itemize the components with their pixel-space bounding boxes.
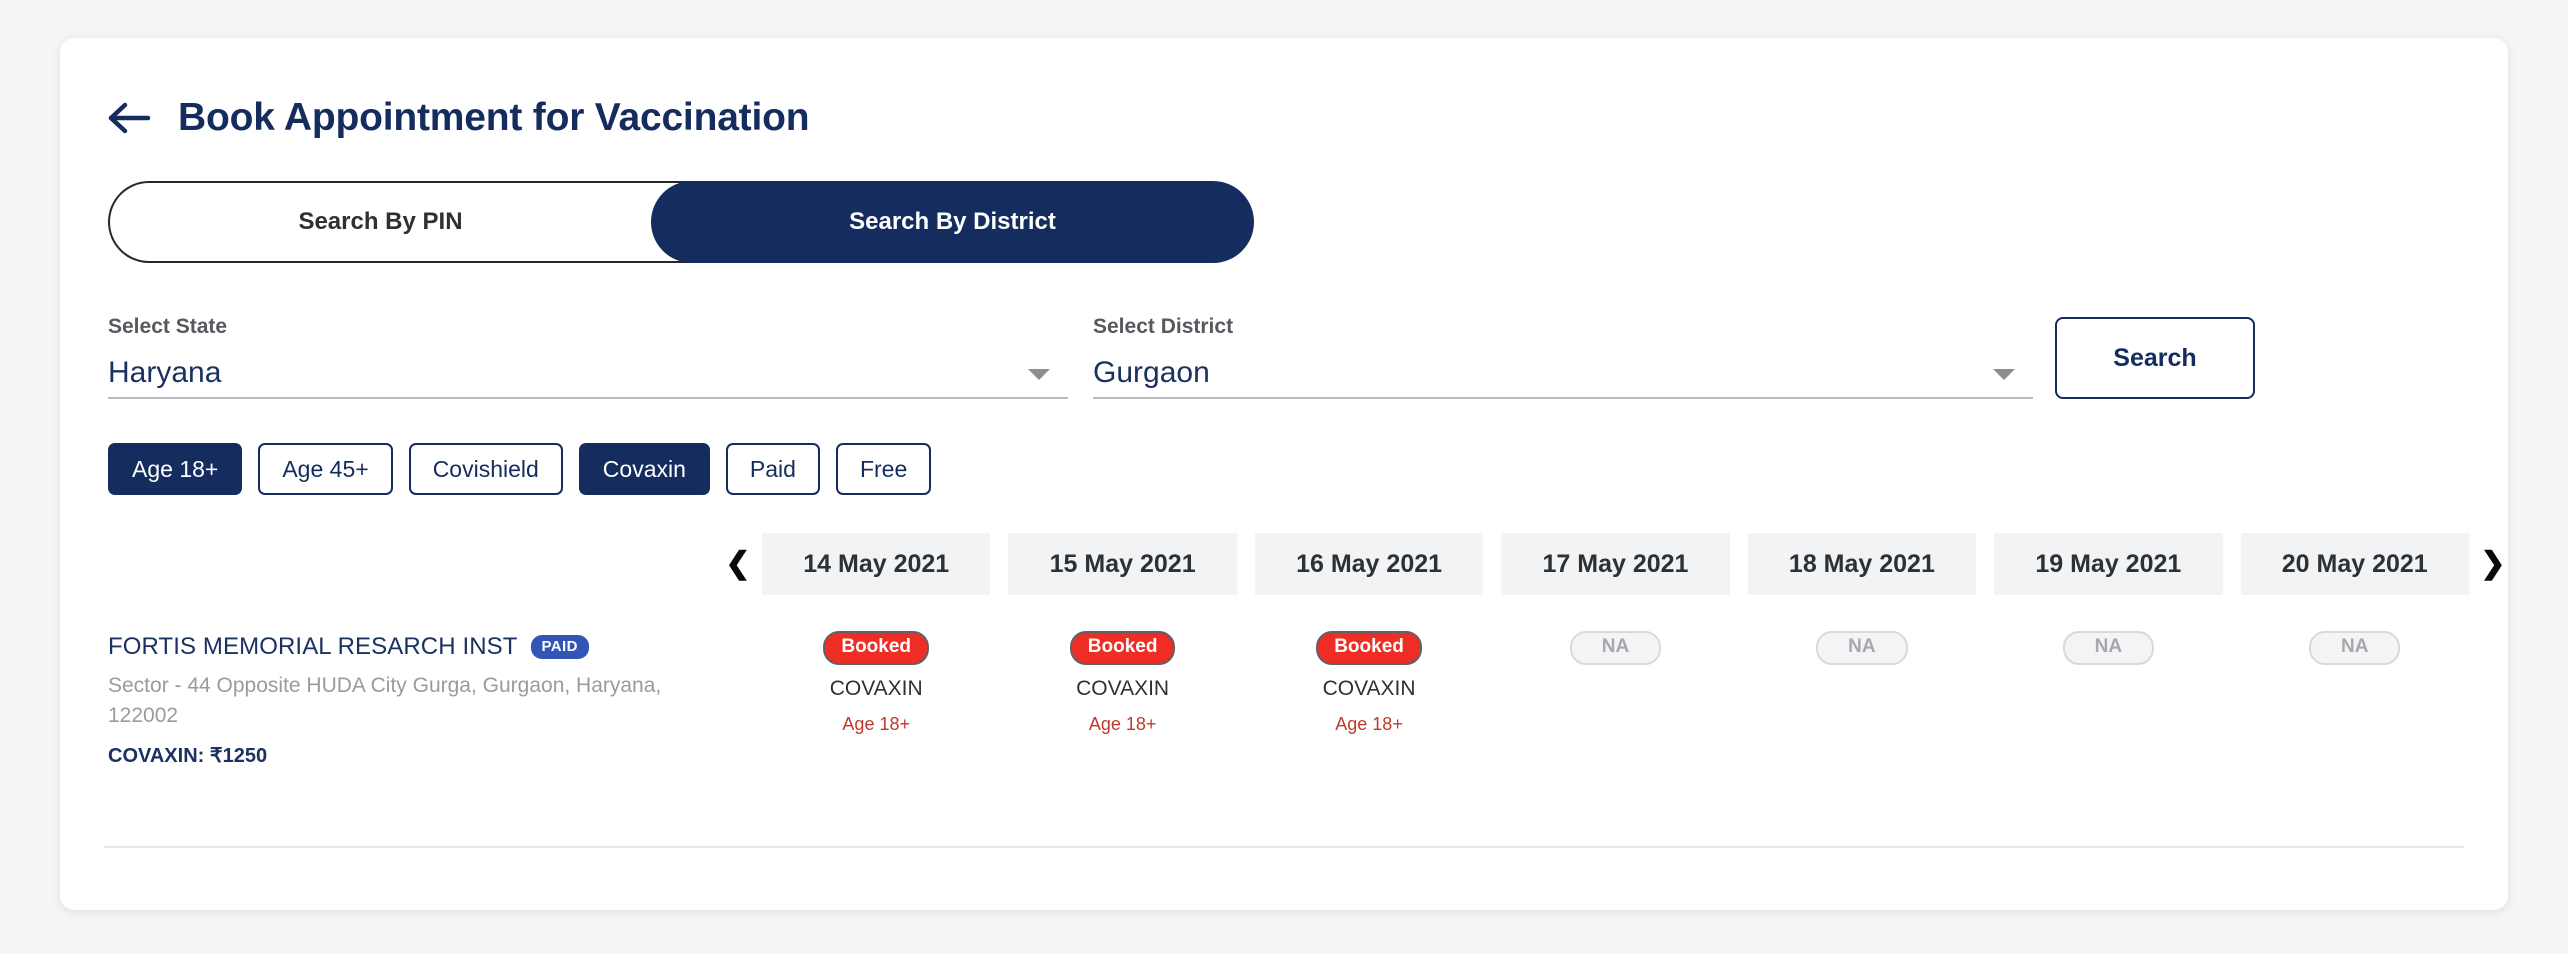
page-header: Book Appointment for Vaccination bbox=[60, 38, 2508, 137]
filter-chip-free[interactable]: Free bbox=[835, 443, 932, 495]
search-mode-toggle: Search By PIN Search By District bbox=[108, 181, 1254, 263]
slot-cell: NA bbox=[2232, 631, 2478, 665]
date-label[interactable]: 16 May 2021 bbox=[1254, 533, 1484, 595]
date-cell: 15 May 2021 bbox=[999, 533, 1245, 595]
district-field: Select District Gurgaon bbox=[1093, 315, 2033, 399]
filter-chip-paid[interactable]: Paid bbox=[725, 443, 820, 495]
slot-cell: NA bbox=[1492, 631, 1738, 665]
page-background: Book Appointment for Vaccination Search … bbox=[0, 0, 2568, 954]
date-cell: 17 May 2021 bbox=[1492, 533, 1738, 595]
date-label[interactable]: 20 May 2021 bbox=[2240, 533, 2469, 595]
center-price: COVAXIN: ₹1250 bbox=[108, 744, 268, 767]
filter-chip-age-18[interactable]: Age 18+ bbox=[108, 443, 243, 495]
slot-age-group: Age 18+ bbox=[1335, 713, 1403, 734]
slot-status-booked[interactable]: Booked bbox=[1069, 631, 1176, 665]
slot-cell-list: Booked COVAXIN Age 18+ Booked COVAXIN Age 18+… bbox=[753, 595, 2478, 735]
slot-vaccine-name: COVAXIN bbox=[829, 676, 923, 700]
state-field: Select State Haryana bbox=[108, 315, 1068, 399]
center-info: FORTIS MEMORIAL RESARCH INST PAID Sector… bbox=[108, 595, 723, 768]
slot-status-na: NA bbox=[2309, 631, 2401, 665]
back-arrow-icon[interactable] bbox=[108, 101, 152, 135]
date-cell: 20 May 2021 bbox=[2232, 533, 2478, 595]
filter-chip-group: Age 18+ Age 45+ Covishield Covaxin Paid Free bbox=[108, 443, 2508, 495]
slots-section: ❮ 14 May 2021 15 May 2021 16 May 2021 17 Ma… bbox=[60, 533, 2508, 768]
filter-controls: Select State Haryana Select District Gur… bbox=[108, 315, 2508, 399]
filter-chip-covishield[interactable]: Covishield bbox=[408, 443, 563, 495]
slot-status-na: NA bbox=[1816, 631, 1908, 665]
slot-cell: Booked COVAXIN Age 18+ bbox=[753, 631, 999, 735]
center-row: FORTIS MEMORIAL RESARCH INST PAID Sector… bbox=[108, 595, 2508, 768]
dates-header: ❮ 14 May 2021 15 May 2021 16 May 2021 17 Ma… bbox=[723, 533, 2508, 595]
district-select[interactable]: Gurgaon bbox=[1093, 349, 2033, 399]
status-badge: PAID bbox=[530, 635, 589, 659]
state-label: Select State bbox=[108, 315, 228, 338]
filter-chip-covaxin[interactable]: Covaxin bbox=[578, 443, 710, 495]
date-label[interactable]: 14 May 2021 bbox=[762, 533, 991, 595]
search-button[interactable]: Search bbox=[2055, 317, 2255, 399]
date-cell: 18 May 2021 bbox=[1739, 533, 1985, 595]
state-select[interactable]: Haryana bbox=[108, 349, 1068, 399]
slot-status-na: NA bbox=[2062, 631, 2155, 665]
slot-cell: NA bbox=[1739, 631, 1985, 665]
date-cell: 14 May 2021 bbox=[753, 533, 999, 595]
filter-chip-age-45[interactable]: Age 45+ bbox=[258, 443, 393, 495]
center-col: FORTIS MEMORIAL RESARCH INST PAID Sector… bbox=[108, 595, 723, 768]
state-value: Haryana bbox=[108, 356, 222, 389]
section-divider bbox=[104, 846, 2464, 848]
slot-age-group: Age 18+ bbox=[1088, 713, 1157, 734]
slot-age-group: Age 18+ bbox=[842, 713, 910, 734]
slot-status-booked[interactable]: Booked bbox=[1316, 631, 1422, 665]
date-cell: 19 May 2021 bbox=[1985, 533, 2231, 595]
slot-vaccine-name: COVAXIN bbox=[1322, 676, 1416, 700]
slot-vaccine-name: COVAXIN bbox=[1076, 676, 1170, 700]
date-cell: 16 May 2021 bbox=[1246, 533, 1492, 595]
slot-cells-col: Booked COVAXIN Age 18+ Booked COVAXIN Age 18+… bbox=[723, 595, 2508, 735]
appointment-card: Book Appointment for Vaccination Search … bbox=[60, 38, 2508, 910]
chevron-right-icon[interactable]: ❯ bbox=[2478, 533, 2508, 595]
slot-cell: NA bbox=[1985, 631, 2231, 665]
slot-status-na: NA bbox=[1569, 631, 1662, 665]
district-value: Gurgaon bbox=[1093, 356, 1210, 389]
date-label[interactable]: 15 May 2021 bbox=[1008, 533, 1237, 595]
slot-status-booked[interactable]: Booked bbox=[823, 631, 930, 665]
chevron-down-icon bbox=[1993, 369, 2015, 380]
date-label[interactable]: 19 May 2021 bbox=[1994, 533, 2223, 595]
page-title: Book Appointment for Vaccination bbox=[178, 96, 810, 139]
tab-search-by-district[interactable]: Search By District bbox=[651, 181, 1254, 263]
date-label[interactable]: 18 May 2021 bbox=[1747, 533, 1977, 595]
district-label: Select District bbox=[1093, 315, 1234, 338]
slot-cell: Booked COVAXIN Age 18+ bbox=[1246, 631, 1492, 735]
chevron-left-icon[interactable]: ❮ bbox=[723, 533, 753, 595]
date-cell-list: 14 May 2021 15 May 2021 16 May 2021 17 May … bbox=[753, 533, 2478, 595]
chevron-down-icon bbox=[1028, 369, 1050, 380]
center-name[interactable]: FORTIS MEMORIAL RESARCH INST bbox=[108, 633, 518, 661]
slot-cell: Booked COVAXIN Age 18+ bbox=[999, 631, 1245, 735]
center-address: Sector - 44 Opposite HUDA City Gurga, Gu… bbox=[108, 674, 662, 727]
calendar-header-row: ❮ 14 May 2021 15 May 2021 16 May 2021 17 Ma… bbox=[108, 533, 2508, 595]
date-label[interactable]: 17 May 2021 bbox=[1501, 533, 1730, 595]
center-name-line: FORTIS MEMORIAL RESARCH INST PAID bbox=[108, 633, 723, 661]
tab-search-by-pin[interactable]: Search By PIN bbox=[108, 181, 711, 263]
